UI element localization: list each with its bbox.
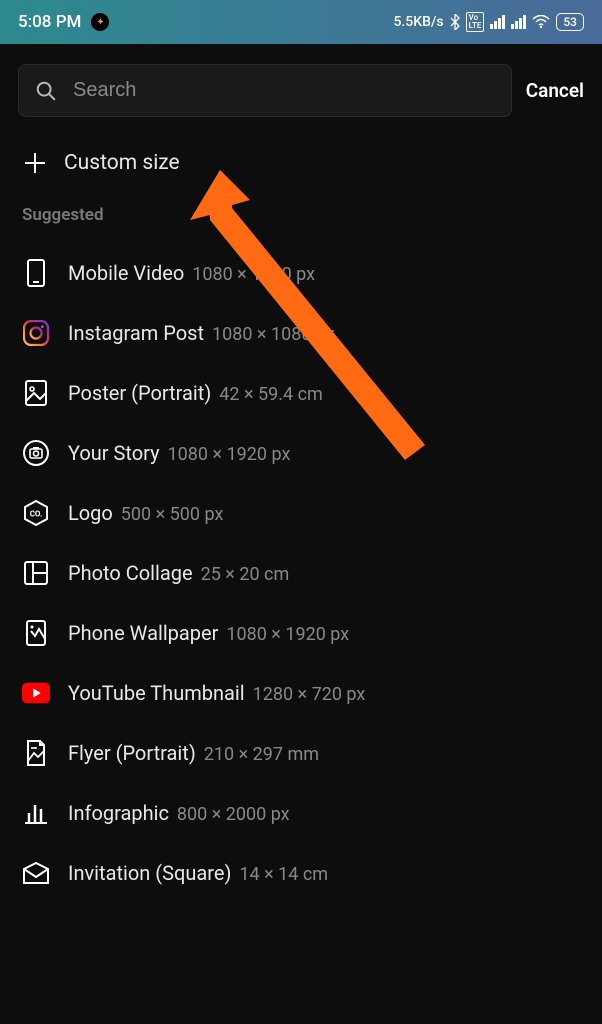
template-instagram-post[interactable]: Instagram Post 1080 × 1080 px [0,303,602,363]
template-your-story[interactable]: Your Story 1080 × 1920 px [0,423,602,483]
bluetooth-icon [450,14,460,30]
template-logo[interactable]: CO. Logo 500 × 500 px [0,483,602,543]
app-indicator-icon: ✦ [91,13,109,31]
template-label: Invitation (Square) [68,861,231,885]
wallpaper-icon [22,619,50,647]
status-time: 5:08 PM [18,12,81,32]
status-data-rate: 5.5KB/s [393,14,443,30]
template-dimension: 1080 × 1920 px [226,624,349,645]
battery-indicator: 53 [556,13,584,31]
template-phone-wallpaper[interactable]: Phone Wallpaper 1080 × 1920 px [0,603,602,663]
search-input[interactable] [73,79,495,102]
envelope-icon [22,859,50,887]
template-youtube-thumbnail[interactable]: YouTube Thumbnail 1280 × 720 px [0,663,602,723]
signal-icon-2 [511,15,526,29]
template-dimension: 1280 × 720 px [253,684,366,705]
signal-icon [490,15,505,29]
logo-icon: CO. [22,499,50,527]
cancel-button[interactable]: Cancel [526,79,584,102]
search-box[interactable] [18,64,512,117]
template-label: Phone Wallpaper [68,621,218,645]
template-list: Mobile Video 1080 × 1920 px Instagram Po… [0,243,602,903]
template-photo-collage[interactable]: Photo Collage 25 × 20 cm [0,543,602,603]
template-label: Flyer (Portrait) [68,741,196,765]
template-label: Poster (Portrait) [68,381,211,405]
chart-icon [22,799,50,827]
collage-icon [22,559,50,587]
template-dimension: 1080 × 1080 px [212,324,335,345]
camera-icon [22,439,50,467]
image-icon [22,379,50,407]
template-label: Your Story [68,441,160,465]
instagram-icon [22,319,50,347]
template-label: Instagram Post [68,321,204,345]
template-label: Mobile Video [68,261,184,285]
youtube-icon [22,679,50,707]
template-label: YouTube Thumbnail [68,681,245,705]
template-dimension: 1080 × 1920 px [192,264,315,285]
wifi-icon [532,15,550,29]
template-label: Logo [68,501,113,525]
section-suggested-header: Suggested [0,199,602,243]
search-icon [35,80,57,102]
template-dimension: 1080 × 1920 px [168,444,291,465]
template-dimension: 800 × 2000 px [177,804,290,825]
template-invitation[interactable]: Invitation (Square) 14 × 14 cm [0,843,602,903]
template-flyer[interactable]: Flyer (Portrait) 210 × 297 mm [0,723,602,783]
plus-icon [24,152,46,174]
status-bar: 5:08 PM ✦ 5.5KB/s VoLTE 53 [0,0,602,44]
svg-text:CO.: CO. [30,510,43,519]
template-dimension: 14 × 14 cm [239,864,328,885]
template-label: Photo Collage [68,561,193,585]
template-mobile-video[interactable]: Mobile Video 1080 × 1920 px [0,243,602,303]
template-dimension: 25 × 20 cm [201,564,290,585]
volte-icon: VoLTE [466,12,485,32]
template-poster[interactable]: Poster (Portrait) 42 × 59.4 cm [0,363,602,423]
flyer-icon [22,739,50,767]
custom-size-button[interactable]: Custom size [0,129,602,199]
phone-icon [22,259,50,287]
template-label: Infographic [68,801,169,825]
custom-size-label: Custom size [64,151,180,175]
template-dimension: 42 × 59.4 cm [219,384,323,405]
template-infographic[interactable]: Infographic 800 × 2000 px [0,783,602,843]
template-dimension: 500 × 500 px [121,504,224,525]
template-dimension: 210 × 297 mm [204,744,319,765]
